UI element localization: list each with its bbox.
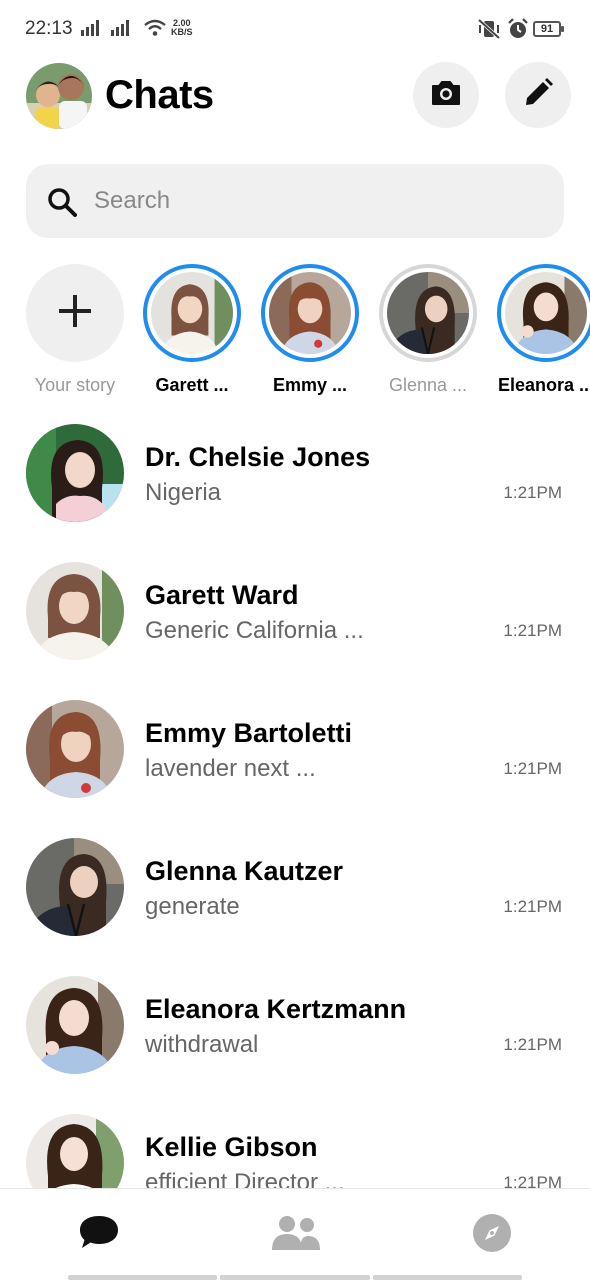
chat-preview: Nigeria (145, 479, 222, 506)
chat-preview: lavender next ... (145, 755, 316, 782)
camera-icon (430, 79, 462, 112)
chat-avatar (26, 838, 124, 936)
story-label: Garett ... (155, 375, 229, 395)
search-icon (46, 186, 78, 223)
chat-name: Glenna Kautzer (145, 856, 344, 886)
alarm-icon (507, 18, 529, 45)
search-bar[interactable] (26, 164, 564, 238)
chat-avatar (26, 562, 124, 660)
story-avatar (505, 272, 587, 354)
chat-time: 1:21PM (503, 483, 562, 502)
wifi-icon (143, 18, 167, 43)
chat-avatar (26, 424, 124, 522)
bottom-nav (0, 1188, 590, 1280)
chat-preview: Generic California ... (145, 617, 364, 644)
chat-time: 1:21PM (503, 621, 562, 640)
pencil-edit-icon (522, 77, 554, 114)
page-title: Chats (105, 73, 214, 117)
story-ring (143, 264, 241, 362)
story-ring (379, 264, 477, 362)
status-bar: 22:13 2.00 KB/S 91 (0, 0, 590, 60)
plus-icon (57, 293, 93, 334)
tab-discover[interactable] (394, 1189, 590, 1280)
chat-row[interactable]: Emmy Bartoletti lavender next ... 1:21PM (0, 698, 590, 836)
chat-bubble-icon (78, 1214, 120, 1257)
status-time: 22:13 (25, 18, 73, 39)
chat-name: Kellie Gibson (145, 1132, 318, 1162)
header: Chats (0, 60, 590, 132)
story-avatar (387, 272, 469, 354)
camera-button[interactable] (413, 62, 479, 128)
tab-chats[interactable] (0, 1189, 197, 1280)
compose-button[interactable] (505, 62, 571, 128)
chat-preview: efficient Director ... (145, 1169, 345, 1188)
profile-avatar[interactable] (26, 63, 92, 129)
chat-name: Garett Ward (145, 580, 299, 610)
vibrate-mute-icon (477, 18, 501, 45)
story-avatar (151, 272, 233, 354)
chat-preview: generate (145, 893, 240, 920)
chat-time: 1:21PM (503, 759, 562, 778)
story-label: Glenna ... (388, 375, 468, 395)
search-input[interactable] (94, 164, 534, 238)
chat-list: Dr. Chelsie Jones Nigeria 1:21PM Garett … (0, 420, 590, 1188)
story-avatar (269, 272, 351, 354)
story-label: Emmy ... (272, 375, 348, 395)
chat-name: Emmy Bartoletti (145, 718, 353, 748)
chat-avatar (26, 700, 124, 798)
signal-icon (81, 20, 99, 36)
story-label: Eleanora ... (497, 375, 590, 395)
chat-avatar (26, 1114, 124, 1188)
gesture-bar (68, 1275, 522, 1280)
chat-row[interactable]: Garett Ward Generic California ... 1:21P… (0, 560, 590, 698)
network-speed: 2.00 KB/S (171, 19, 193, 37)
add-story-button[interactable] (26, 264, 124, 362)
network-speed-unit: KB/S (171, 27, 193, 37)
tab-people[interactable] (197, 1189, 394, 1280)
story-ring (261, 264, 359, 362)
chat-time: 1:21PM (503, 1173, 562, 1188)
chat-time: 1:21PM (503, 897, 562, 916)
chat-name: Eleanora Kertzmann (145, 994, 407, 1024)
story-ring (497, 264, 590, 362)
people-icon (270, 1214, 322, 1257)
stories-row: Your story Garett ... Emmy ... Glenna ..… (0, 262, 590, 408)
your-story-label: Your story (34, 375, 116, 395)
chat-preview: withdrawal (145, 1031, 259, 1058)
signal-icon (111, 20, 129, 36)
chat-row[interactable]: Kellie Gibson efficient Director ... 1:2… (0, 1112, 590, 1188)
chat-time: 1:21PM (503, 1035, 562, 1054)
chat-row[interactable]: Glenna Kautzer generate 1:21PM (0, 836, 590, 974)
chat-name: Dr. Chelsie Jones (145, 442, 371, 472)
chat-row[interactable]: Dr. Chelsie Jones Nigeria 1:21PM (0, 422, 590, 560)
chat-row[interactable]: Eleanora Kertzmann withdrawal 1:21PM (0, 974, 590, 1112)
chat-avatar (26, 976, 124, 1074)
compass-icon (472, 1213, 512, 1258)
battery-icon: 91 (533, 21, 564, 37)
